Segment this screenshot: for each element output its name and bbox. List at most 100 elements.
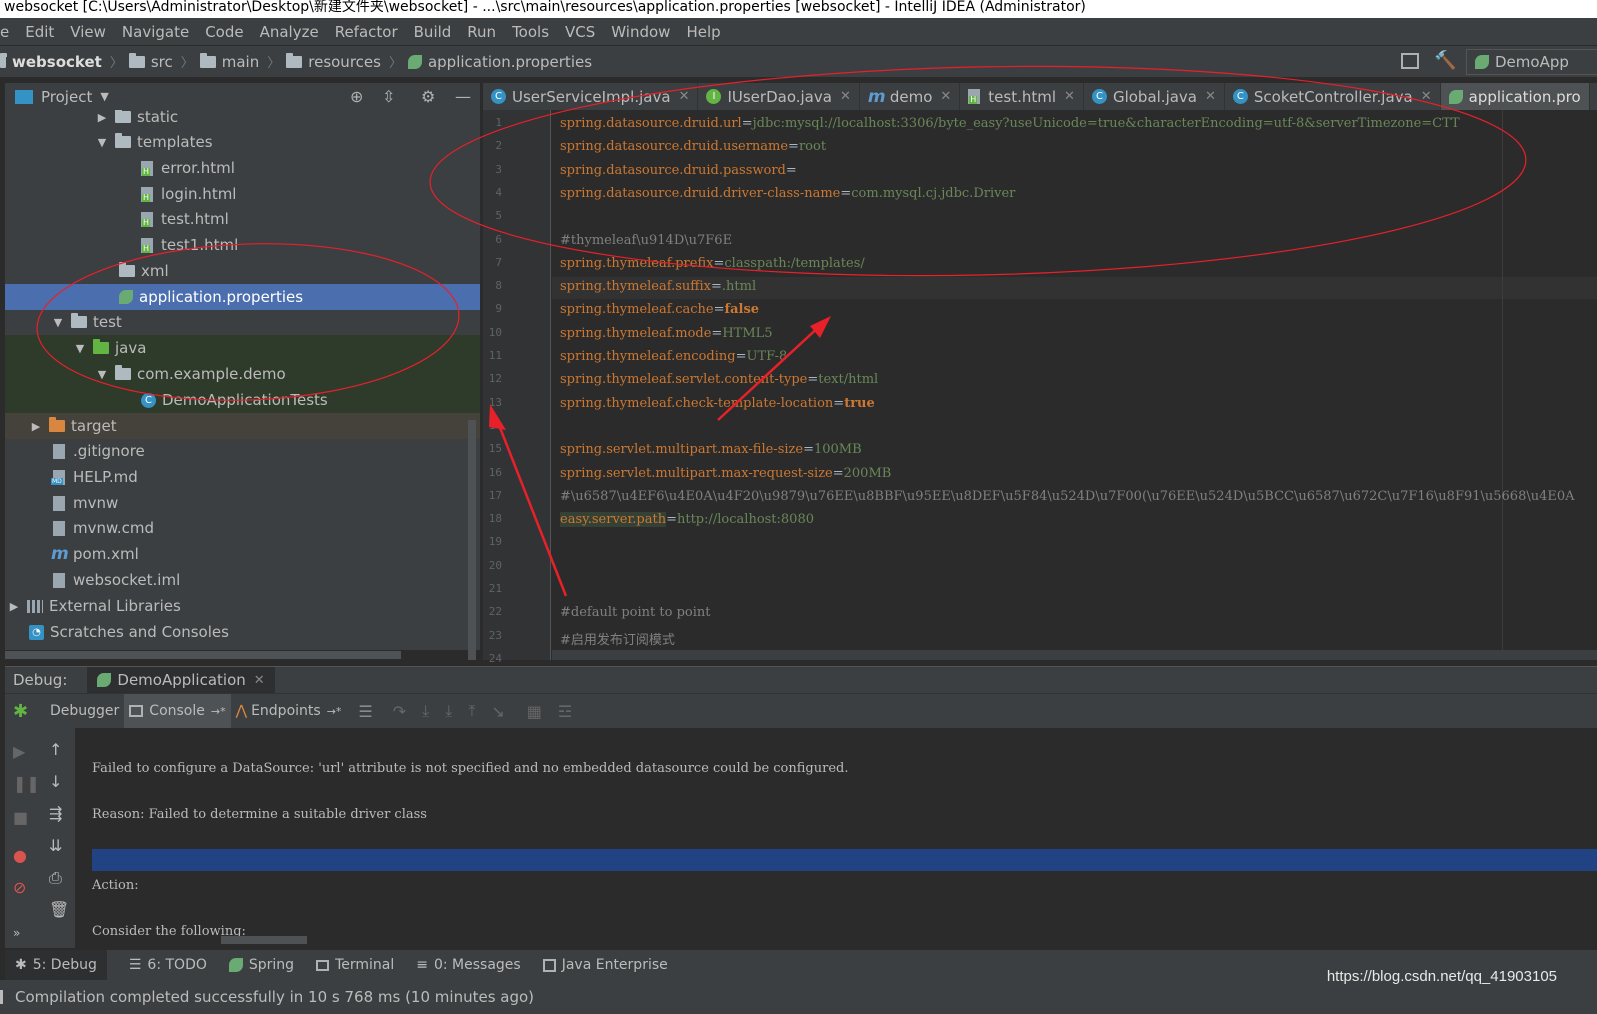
resume-icon[interactable]: ▶ bbox=[13, 742, 25, 761]
chevron-right-icon[interactable]: ▶ bbox=[29, 420, 43, 433]
tree-item-external-libraries[interactable]: ▶ External Libraries bbox=[5, 593, 480, 619]
tool-todo[interactable]: ☰ 6: TODO bbox=[129, 957, 207, 973]
breadcrumb-item-main[interactable]: main bbox=[199, 52, 259, 71]
project-view-selector[interactable]: Project bbox=[41, 88, 92, 106]
tab-endpoints[interactable]: ⋀ Endpoints →* bbox=[231, 694, 347, 729]
evaluate-icon[interactable]: ▦ bbox=[527, 702, 542, 721]
tree-item-com-example-demo[interactable]: ▼ com.example.demo bbox=[5, 361, 480, 387]
menu-item-build[interactable]: Build bbox=[414, 23, 452, 41]
menu-lines-icon[interactable]: ☰ bbox=[358, 702, 372, 721]
terminal-icon[interactable] bbox=[1401, 53, 1419, 69]
breadcrumb-item-file[interactable]: application.properties bbox=[407, 53, 592, 71]
pin-arrow-icon[interactable]: →* bbox=[211, 705, 226, 718]
tree-item-xml[interactable]: xml bbox=[5, 258, 480, 284]
menu-item-help[interactable]: Help bbox=[686, 23, 720, 41]
tab-user-service-impl[interactable]: C UserServiceImpl.java ✕ bbox=[483, 83, 699, 110]
up-arrow-icon[interactable]: ↑ bbox=[49, 740, 62, 759]
pause-icon[interactable]: ❚❚ bbox=[13, 774, 40, 793]
editor-horizontal-scrollbar[interactable] bbox=[552, 650, 1597, 660]
print-icon[interactable]: ⎙ bbox=[49, 868, 62, 888]
menu-item-navigate[interactable]: Navigate bbox=[122, 23, 189, 41]
tool-messages[interactable]: ≡ 0: Messages bbox=[416, 957, 520, 973]
menu-item-edit[interactable]: Edit bbox=[25, 23, 54, 41]
step-out-icon[interactable]: ⤒ bbox=[468, 701, 475, 721]
close-icon[interactable]: ✕ bbox=[254, 673, 265, 688]
tab-demo[interactable]: m demo ✕ bbox=[860, 83, 961, 110]
chevron-down-icon[interactable]: ▼ bbox=[51, 316, 65, 329]
tab-application-properties[interactable]: application.pro bbox=[1440, 83, 1590, 110]
tool-java-enterprise[interactable]: Java Enterprise bbox=[542, 957, 668, 973]
tree-item-scratches[interactable]: ◔ Scratches and Consoles bbox=[5, 619, 480, 645]
hammer-build-icon[interactable]: 🔨 bbox=[1434, 50, 1456, 71]
trash-icon[interactable]: 🗑 bbox=[49, 900, 69, 919]
tree-item-test-html[interactable]: test.html bbox=[5, 206, 480, 232]
chevron-down-icon[interactable]: ▼ bbox=[95, 136, 109, 149]
console-scrollbar[interactable] bbox=[221, 936, 307, 944]
tab-global-java[interactable]: C Global.java ✕ bbox=[1084, 83, 1225, 110]
close-icon[interactable]: ✕ bbox=[840, 89, 851, 104]
tree-item-websocket-iml[interactable]: websocket.iml bbox=[5, 567, 480, 593]
tree-item-templates[interactable]: ▼ templates bbox=[5, 129, 480, 155]
tree-item-login-html[interactable]: login.html bbox=[5, 181, 480, 207]
force-step-into-icon[interactable]: ⤓ bbox=[445, 701, 452, 721]
tree-item-gitignore[interactable]: .gitignore bbox=[5, 438, 480, 464]
close-icon[interactable]: ✕ bbox=[1205, 89, 1216, 104]
tree-item-target[interactable]: ▶ target bbox=[5, 413, 480, 439]
debug-session-tab[interactable]: DemoApplication ✕ bbox=[87, 666, 275, 694]
tab-debugger[interactable]: Debugger bbox=[45, 694, 124, 729]
tree-item-application-properties[interactable]: application.properties bbox=[5, 284, 480, 310]
menu-item-analyze[interactable]: Analyze bbox=[260, 23, 319, 41]
close-icon[interactable]: ✕ bbox=[1421, 89, 1432, 104]
more-icon[interactable]: » bbox=[13, 926, 20, 940]
menu-item-vcs[interactable]: VCS bbox=[565, 23, 595, 41]
chevron-right-icon[interactable]: ▶ bbox=[95, 111, 109, 124]
menu-item-tools[interactable]: Tools bbox=[512, 23, 549, 41]
tree-item-test1-html[interactable]: test1.html bbox=[5, 232, 480, 258]
trace-icon[interactable]: ☲ bbox=[558, 702, 572, 721]
step-into-icon[interactable]: ⤓ bbox=[422, 701, 429, 721]
tab-console[interactable]: Console →* bbox=[124, 693, 231, 729]
step-over-icon[interactable]: ↷ bbox=[393, 702, 406, 721]
view-breakpoints-icon[interactable]: ● bbox=[13, 846, 27, 865]
tree-item-static[interactable]: ▶ static bbox=[5, 110, 480, 130]
chevron-right-icon[interactable]: ▶ bbox=[7, 600, 21, 613]
tree-item-mvnw[interactable]: mvnw bbox=[5, 490, 480, 516]
tree-item-pom-xml[interactable]: m pom.xml bbox=[5, 541, 480, 567]
close-icon[interactable]: ✕ bbox=[1064, 89, 1075, 104]
tool-debug[interactable]: ✱ 5: Debug bbox=[5, 950, 107, 980]
tree-item-error-html[interactable]: error.html bbox=[5, 155, 480, 181]
collapse-all-icon[interactable]: ⇳ bbox=[382, 87, 395, 106]
tree-item-demo-application-tests[interactable]: C DemoApplicationTests bbox=[5, 387, 480, 413]
soft-wrap-icon[interactable]: ⇶ bbox=[49, 804, 62, 823]
menu-item-run[interactable]: Run bbox=[467, 23, 496, 41]
breadcrumb-item-src[interactable]: src bbox=[128, 52, 173, 71]
locate-crosshair-icon[interactable]: ⊕ bbox=[350, 87, 363, 106]
menu-item-refactor[interactable]: Refactor bbox=[335, 23, 398, 41]
breadcrumb-item-project[interactable]: websocket bbox=[0, 52, 102, 71]
tool-terminal[interactable]: Terminal bbox=[316, 957, 394, 973]
close-icon[interactable]: ✕ bbox=[679, 89, 690, 104]
down-arrow-icon[interactable]: ↓ bbox=[49, 772, 62, 791]
menu-item-file[interactable]: e bbox=[0, 23, 9, 41]
pin-arrow-icon[interactable]: →* bbox=[327, 705, 342, 718]
code-editor[interactable]: spring.datasource.druid.url=jdbc:mysql:/… bbox=[552, 110, 1597, 660]
menu-item-view[interactable]: View bbox=[70, 23, 106, 41]
run-config-selector[interactable]: DemoApp bbox=[1466, 49, 1597, 75]
tree-item-java[interactable]: ▼ java bbox=[5, 335, 480, 361]
tree-horizontal-scrollbar[interactable] bbox=[5, 651, 401, 659]
menu-item-code[interactable]: Code bbox=[205, 23, 243, 41]
tree-item-help-md[interactable]: HELP.md bbox=[5, 464, 480, 490]
tab-scoket-controller[interactable]: C ScoketController.java ✕ bbox=[1225, 83, 1441, 110]
tab-iuserdao[interactable]: I IUserDao.java ✕ bbox=[698, 83, 860, 110]
tree-item-mvnw-cmd[interactable]: mvnw.cmd bbox=[5, 515, 480, 541]
chevron-down-icon[interactable]: ▼ bbox=[95, 368, 109, 381]
console-output[interactable]: Failed to configure a DataSource: 'url' … bbox=[75, 728, 1597, 948]
scroll-to-end-icon[interactable]: ⇊ bbox=[49, 836, 62, 855]
gear-icon[interactable]: ⚙ bbox=[421, 87, 435, 106]
tab-test-html[interactable]: test.html✕ bbox=[960, 83, 1084, 110]
breadcrumb-item-resources[interactable]: resources bbox=[286, 52, 381, 71]
close-icon[interactable]: ✕ bbox=[940, 89, 951, 104]
menu-item-window[interactable]: Window bbox=[611, 23, 670, 41]
run-to-cursor-icon[interactable]: ↘ bbox=[491, 702, 504, 721]
mute-breakpoints-icon[interactable]: ⊘ bbox=[13, 878, 26, 897]
